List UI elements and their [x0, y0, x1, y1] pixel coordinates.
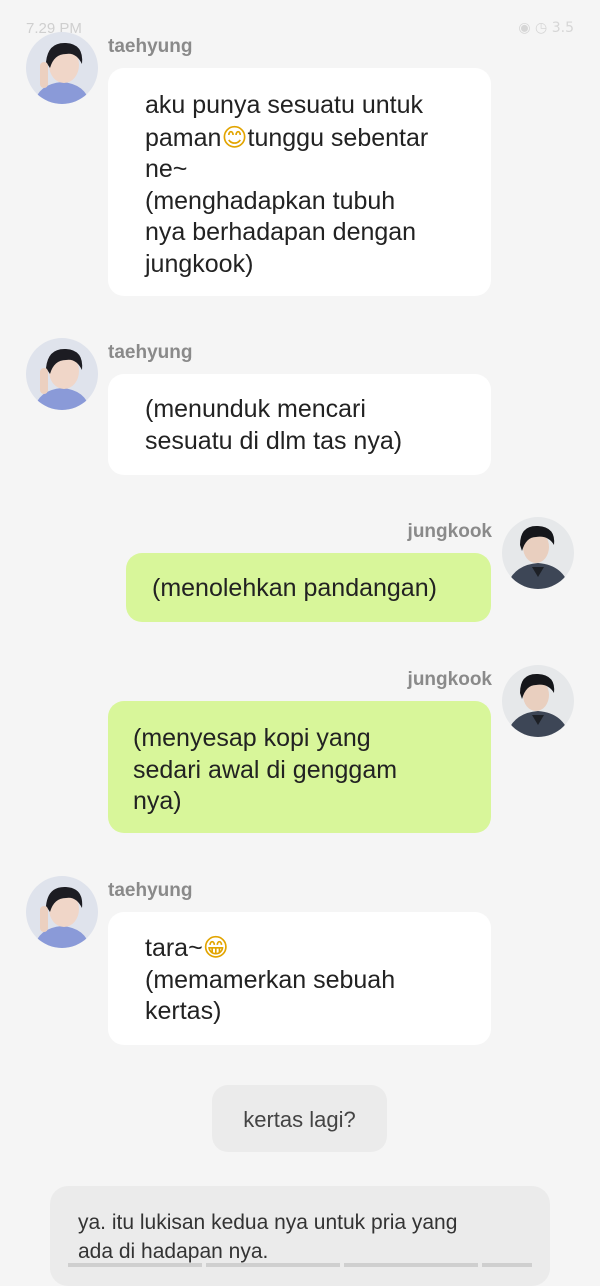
jungkook-avatar[interactable]: [502, 665, 574, 737]
reply-text: kertas lagi?: [243, 1107, 356, 1132]
sender-name: taehyung: [108, 36, 193, 57]
sender-name: jungkook: [407, 669, 492, 690]
sender-name: taehyung: [108, 342, 193, 363]
taehyung-avatar[interactable]: [26, 876, 98, 948]
message-bubble[interactable]: (menunduk mencari sesuatu di dlm tas nya…: [108, 374, 491, 475]
sender-name: taehyung: [108, 880, 193, 901]
narration-text: ya. itu lukisan kedua nya untuk pria yan…: [78, 1211, 458, 1263]
smile-emoji-icon: 😊: [221, 122, 248, 152]
sender-name: jungkook: [407, 521, 492, 542]
narration-divider: [68, 1263, 532, 1267]
jungkook-avatar[interactable]: [502, 517, 574, 589]
status-icons: ◉ ◷ 3.5: [518, 20, 574, 36]
message-bubble[interactable]: aku punya sesuatu untuk paman😊tunggu seb…: [108, 68, 491, 296]
grin-emoji-icon: 😁: [202, 933, 229, 962]
message-text: (menyesap kopi yang sedari awal di gengg…: [133, 724, 398, 815]
message-text: (menolehkan pandangan): [152, 574, 437, 602]
message-bubble[interactable]: (menyesap kopi yang sedari awal di gengg…: [108, 701, 491, 833]
message-text: (memamerkan sebuah kertas): [145, 965, 396, 1026]
message-bubble[interactable]: (menolehkan pandangan): [126, 553, 491, 622]
reply-bubble[interactable]: kertas lagi?: [212, 1085, 387, 1152]
taehyung-avatar[interactable]: [26, 338, 98, 410]
message-text: (menunduk mencari sesuatu di dlm tas nya…: [145, 395, 403, 455]
message-bubble[interactable]: tara~😁 (memamerkan sebuah kertas): [108, 912, 491, 1045]
message-text: tara~: [145, 934, 203, 962]
taehyung-avatar[interactable]: [26, 32, 98, 104]
narration-box[interactable]: ya. itu lukisan kedua nya untuk pria yan…: [50, 1186, 550, 1286]
